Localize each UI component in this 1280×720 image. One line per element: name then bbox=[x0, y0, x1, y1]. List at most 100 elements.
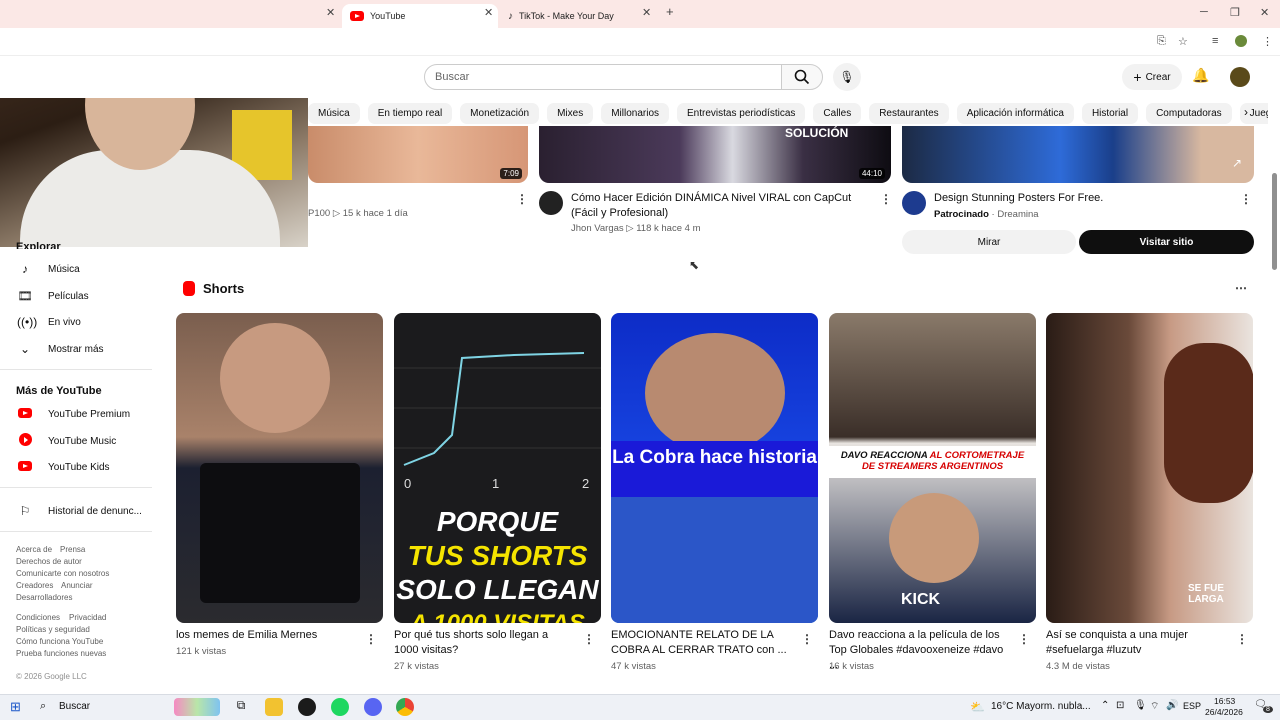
chip[interactable]: En tiempo real bbox=[367, 102, 453, 124]
profile-icon[interactable] bbox=[1235, 35, 1247, 47]
new-tab-button[interactable]: + bbox=[666, 4, 674, 19]
channel-avatar[interactable] bbox=[539, 191, 563, 215]
search-highlight-image[interactable] bbox=[174, 698, 220, 716]
footer-link[interactable]: Derechos de autor bbox=[16, 557, 82, 566]
chip[interactable]: Restaurantes bbox=[869, 102, 949, 124]
chip[interactable]: Millonarios bbox=[601, 102, 670, 124]
footer-link[interactable]: Comunicarte con nosotros bbox=[16, 569, 109, 578]
sidebar-item-report-history[interactable]: ⚐ Historial de denunc... bbox=[0, 498, 160, 524]
more-options-icon[interactable]: ⋮ bbox=[1240, 192, 1252, 206]
footer-link[interactable]: Desarrolladores bbox=[16, 593, 72, 602]
clock-date[interactable]: 26/4/2026 bbox=[1205, 707, 1243, 717]
visit-site-button[interactable]: Visitar sitio bbox=[1079, 230, 1254, 254]
taskbar-search-icon[interactable]: ⌕ bbox=[40, 700, 46, 713]
sidebar-item-movies[interactable]: 🎞 Películas bbox=[0, 283, 160, 309]
advertiser-avatar[interactable] bbox=[902, 191, 926, 215]
footer-link[interactable]: Anunciar bbox=[61, 581, 93, 590]
footer-link[interactable]: Creadores bbox=[16, 581, 53, 590]
footer-link[interactable]: Privacidad bbox=[69, 613, 106, 622]
window-close-icon[interactable]: ✕ bbox=[1260, 6, 1269, 19]
scrollbar[interactable] bbox=[1270, 56, 1280, 694]
sidebar-item-youtube-music[interactable]: YouTube Music bbox=[0, 428, 160, 454]
sidebar-item-youtube-kids[interactable]: YouTube Kids bbox=[0, 454, 160, 480]
taskbar-app-icon[interactable] bbox=[298, 698, 316, 716]
chip[interactable]: Aplicación informática bbox=[956, 102, 1074, 124]
short-title[interactable]: los memes de Emilia Mernes bbox=[176, 628, 356, 643]
footer-link[interactable]: Prensa bbox=[60, 545, 85, 554]
sidebar-item-music[interactable]: ♪ Música bbox=[0, 256, 160, 282]
search-input[interactable]: Buscar bbox=[424, 64, 782, 90]
create-button[interactable]: + Crear bbox=[1122, 64, 1182, 90]
bookmark-star-icon[interactable]: ☆ bbox=[1178, 35, 1188, 48]
chrome-icon[interactable] bbox=[396, 698, 414, 716]
chevron-up-icon[interactable]: ⌃ bbox=[1101, 700, 1109, 711]
close-tab-icon[interactable]: ✕ bbox=[642, 6, 651, 19]
video-title[interactable]: Cómo Hacer Edición DINÁMICA Nivel VIRAL … bbox=[571, 191, 877, 221]
video-thumbnail[interactable]: SOLUCIÓN 44:10 bbox=[539, 126, 891, 183]
chip[interactable]: Monetización bbox=[460, 102, 540, 124]
reading-list-icon[interactable]: ≡ bbox=[1212, 35, 1218, 47]
weather-text[interactable]: 16°C Mayorm. nubla... bbox=[991, 701, 1091, 712]
watch-button[interactable]: Mirar bbox=[902, 230, 1076, 254]
minimize-icon[interactable]: ─ bbox=[1200, 6, 1208, 18]
channel-name[interactable]: Jhon Vargas bbox=[571, 223, 624, 234]
task-view-icon[interactable]: ⧉ bbox=[232, 698, 250, 716]
short-thumbnail[interactable]: DAVO REACCIONA AL CORTOMETRAJE DE STREAM… bbox=[829, 313, 1036, 623]
sidebar-item-live[interactable]: ((•)) En vivo bbox=[0, 309, 160, 335]
ad-thumbnail[interactable]: ↗ bbox=[902, 126, 1254, 183]
short-title[interactable]: Por qué tus shorts solo llegan a 1000 vi… bbox=[394, 628, 574, 658]
ad-title[interactable]: Design Stunning Posters For Free. bbox=[934, 191, 1103, 206]
tab-youtube[interactable]: YouTube bbox=[342, 4, 498, 28]
close-tab-icon[interactable]: ✕ bbox=[326, 6, 335, 19]
short-thumbnail[interactable]: La Cobra hace historia bbox=[611, 313, 818, 623]
spotify-icon[interactable] bbox=[331, 698, 349, 716]
footer-link[interactable]: Condiciones bbox=[16, 613, 60, 622]
search-button[interactable] bbox=[781, 64, 823, 90]
more-options-icon[interactable]: ⋮ bbox=[583, 632, 595, 646]
chip[interactable]: Calles bbox=[813, 102, 862, 124]
sidebar-item-show-more[interactable]: ⌄ Mostrar más bbox=[0, 336, 160, 362]
short-thumbnail[interactable]: 0 1 2 PORQUE TUS SHORTS SOLO LLEGAN A 10… bbox=[394, 313, 601, 623]
scrollbar-thumb[interactable] bbox=[1272, 173, 1277, 270]
mic-tray-icon[interactable]: 🎙 bbox=[1134, 700, 1147, 711]
chip[interactable]: Historial bbox=[1081, 102, 1139, 124]
short-title[interactable]: Así se conquista a una mujer #sefuelarga… bbox=[1046, 628, 1226, 658]
language-indicator[interactable]: ESP bbox=[1183, 701, 1201, 711]
short-thumbnail[interactable] bbox=[176, 313, 383, 623]
footer-link[interactable]: Acerca de bbox=[16, 545, 52, 554]
short-thumbnail[interactable]: SE FUE LARGA bbox=[1046, 313, 1253, 623]
footer-link[interactable]: Cómo funciona YouTube bbox=[16, 637, 103, 646]
taskbar-search-label[interactable]: Buscar bbox=[59, 701, 90, 712]
mic-button[interactable]: 🎙 bbox=[833, 63, 861, 91]
more-options-icon[interactable]: ⋮ bbox=[1236, 632, 1248, 646]
close-tab-icon[interactable]: ✕ bbox=[484, 6, 493, 19]
volume-icon[interactable]: 🔊 bbox=[1166, 700, 1178, 711]
more-options-icon[interactable]: ⋮ bbox=[880, 192, 892, 206]
chip[interactable]: Entrevistas periodísticas bbox=[677, 102, 806, 124]
chevron-right-icon[interactable]: › bbox=[1244, 105, 1248, 119]
install-app-icon[interactable]: ⎘ bbox=[1157, 35, 1166, 48]
footer-link[interactable]: Políticas y seguridad bbox=[16, 625, 90, 634]
footer-link[interactable]: Prueba funciones nuevas bbox=[16, 649, 106, 658]
file-explorer-icon[interactable] bbox=[265, 698, 283, 716]
video-thumbnail[interactable]: 7:09 bbox=[308, 126, 528, 183]
avatar[interactable] bbox=[1230, 67, 1250, 87]
tab-tiktok[interactable]: ♪ TikTok - Make Your Day bbox=[504, 4, 654, 28]
chip[interactable]: Mixes bbox=[547, 102, 594, 124]
more-options-icon[interactable]: ⋮ bbox=[516, 192, 528, 206]
wifi-icon[interactable]: ⌔ bbox=[1150, 700, 1159, 713]
chip[interactable]: Computadoras bbox=[1146, 102, 1232, 124]
restore-icon[interactable]: ❐ bbox=[1230, 6, 1240, 19]
more-options-icon[interactable]: ⋮ bbox=[801, 632, 813, 646]
discord-icon[interactable] bbox=[364, 698, 382, 716]
windows-start-icon[interactable]: ⊞ bbox=[10, 699, 21, 715]
short-title[interactable]: EMOCIONANTE RELATO DE LA COBRA AL CERRAR… bbox=[611, 628, 791, 658]
more-options-icon[interactable]: ⋮ bbox=[1018, 632, 1030, 646]
more-options-icon[interactable]: ⋯ bbox=[1235, 281, 1247, 295]
kebab-menu-icon[interactable]: ⋮ bbox=[1262, 35, 1273, 48]
sidebar-item-youtube-premium[interactable]: YouTube Premium bbox=[0, 401, 160, 427]
clock-time[interactable]: 16:53 bbox=[1214, 696, 1235, 706]
more-options-icon[interactable]: ⋮ bbox=[365, 632, 377, 646]
chip[interactable]: Música bbox=[308, 102, 360, 124]
network-icon[interactable]: ⊡ bbox=[1116, 700, 1124, 711]
